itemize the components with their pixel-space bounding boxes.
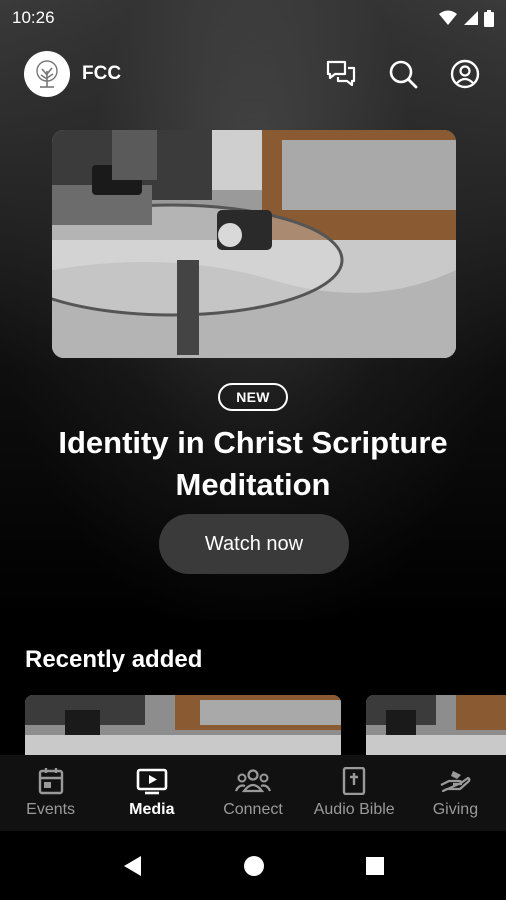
recents-icon[interactable] xyxy=(365,856,385,876)
recent-media-thumbnail xyxy=(25,695,341,755)
messages-button[interactable] xyxy=(324,57,358,91)
nav-audio-bible[interactable]: Audio Bible xyxy=(304,755,405,831)
calendar-icon xyxy=(38,768,63,795)
chat-bubbles-icon xyxy=(326,60,356,87)
coffee-table-photo xyxy=(52,130,456,358)
nav-connect-label: Connect xyxy=(223,801,283,818)
new-badge: NEW xyxy=(218,383,288,411)
bible-icon xyxy=(343,767,366,795)
nav-giving-label: Giving xyxy=(432,801,479,818)
recent-media-card[interactable] xyxy=(25,695,341,755)
profile-button[interactable] xyxy=(448,57,482,91)
nav-audio-bible-label: Audio Bible xyxy=(313,801,395,818)
watch-now-button[interactable]: Watch now xyxy=(159,514,349,574)
battery-icon xyxy=(484,9,494,27)
brand-name: FCC xyxy=(82,63,122,84)
header-actions xyxy=(324,57,482,91)
giving-hand-icon xyxy=(440,771,471,793)
status-icons xyxy=(439,9,494,27)
status-bar: 10:26 xyxy=(0,0,506,36)
search-button[interactable] xyxy=(386,57,420,91)
wifi-icon xyxy=(439,10,457,25)
church-logo[interactable] xyxy=(24,51,70,97)
system-navigation-bar xyxy=(0,831,506,900)
home-icon[interactable] xyxy=(243,855,265,877)
nav-events-label: Events xyxy=(26,801,76,818)
tv-play-icon xyxy=(136,768,168,795)
tree-logo-icon xyxy=(36,60,58,88)
recent-media-card[interactable] xyxy=(366,695,506,755)
nav-connect[interactable]: Connect xyxy=(202,755,303,831)
bottom-navigation: Events Media Connect Audio Bible Giving xyxy=(0,755,506,831)
account-circle-icon xyxy=(450,59,480,89)
cell-signal-icon xyxy=(464,11,478,25)
status-time: 10:26 xyxy=(12,8,55,27)
group-icon xyxy=(235,769,271,793)
nav-giving[interactable]: Giving xyxy=(405,755,506,831)
back-icon[interactable] xyxy=(121,854,143,878)
nav-media-label: Media xyxy=(129,801,175,818)
recent-media-thumbnail xyxy=(366,695,506,755)
nav-media[interactable]: Media xyxy=(101,755,202,831)
app-header: FCC xyxy=(24,50,482,98)
featured-title: Identity in Christ Scripture Meditation xyxy=(58,425,448,502)
recently-added-heading: Recently added xyxy=(25,646,203,673)
search-icon xyxy=(389,60,418,89)
nav-events[interactable]: Events xyxy=(0,755,101,831)
featured-video-thumbnail[interactable] xyxy=(52,130,456,358)
